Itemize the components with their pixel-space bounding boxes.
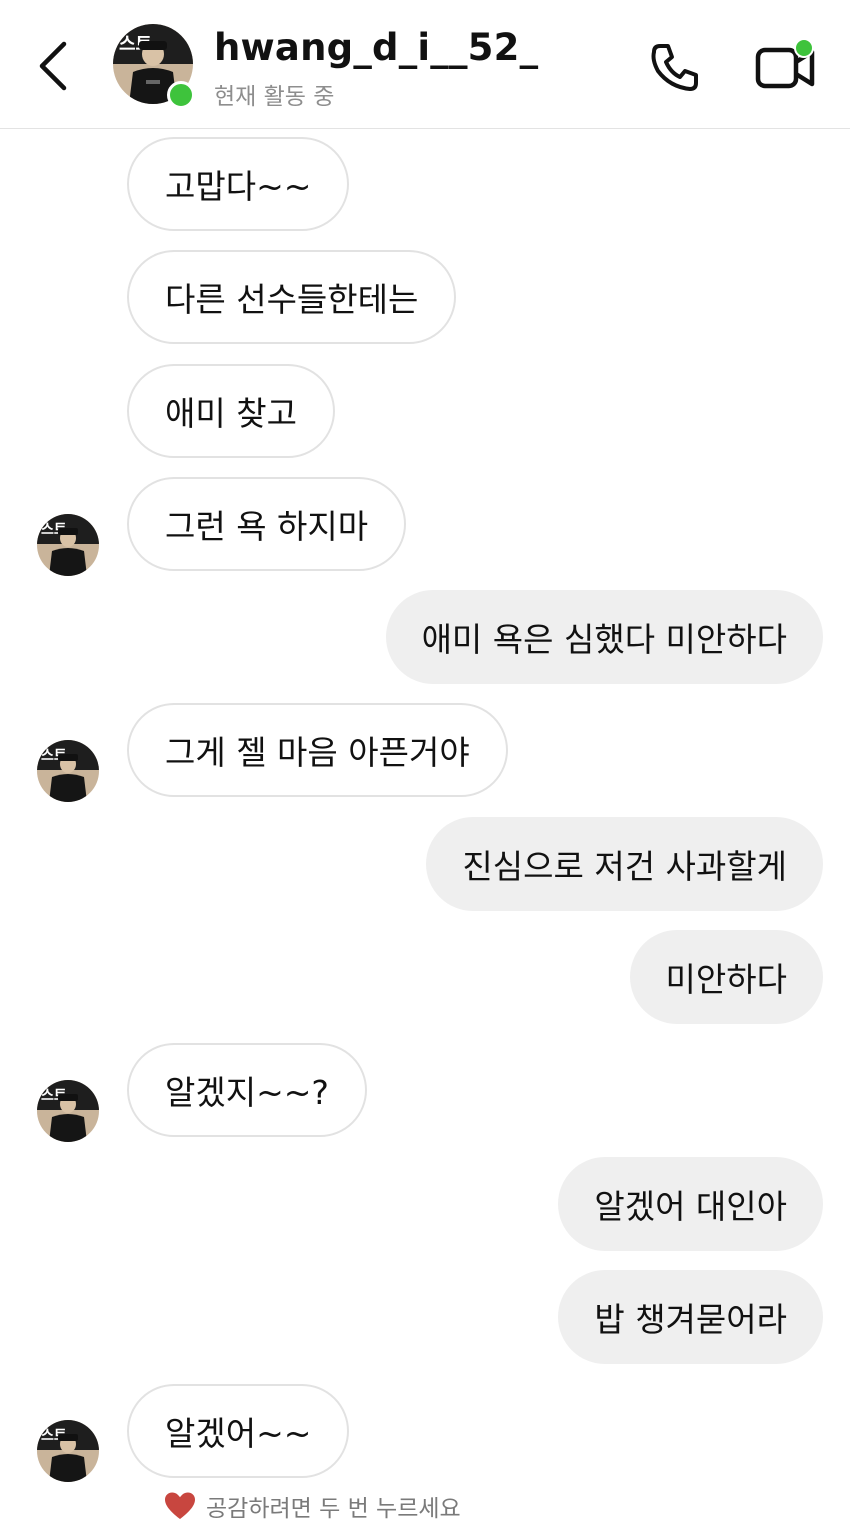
phone-icon[interactable] <box>646 38 704 96</box>
incoming-message[interactable]: 애미 찾고 <box>127 364 335 458</box>
outgoing-message[interactable]: 진심으로 저건 사과할게 <box>426 817 823 911</box>
incoming-message[interactable]: 고맙다~~ <box>127 137 350 231</box>
incoming-message[interactable]: 다른 선수들한테는 <box>127 250 457 344</box>
avatar[interactable]: 스트 <box>37 740 99 802</box>
online-status-dot <box>167 81 195 109</box>
incoming-message[interactable]: 알겠어~~ <box>127 1384 350 1478</box>
reaction-hint: 공감하려면 두 번 누르세요 <box>164 1489 461 1523</box>
incoming-message[interactable]: 그런 욕 하지마 <box>127 477 407 571</box>
chat-header: 스트 hwang_d_i__52_ 현재 활동 중 <box>0 0 850 129</box>
avatar[interactable]: 스트 <box>37 1080 99 1142</box>
video-call-icon[interactable] <box>754 36 820 94</box>
avatar[interactable]: 스트 <box>37 1420 99 1482</box>
activity-status: 현재 활동 중 <box>214 84 335 110</box>
incoming-message[interactable]: 그게 젤 마음 아픈거야 <box>127 703 508 797</box>
heart-icon[interactable] <box>164 1491 196 1521</box>
chat-username[interactable]: hwang_d_i__52_ <box>214 26 538 69</box>
incoming-message[interactable]: 알겠지~~? <box>127 1043 367 1137</box>
outgoing-message[interactable]: 미안하다 <box>629 930 823 1024</box>
back-chevron-icon[interactable] <box>34 38 74 94</box>
outgoing-message[interactable]: 알겠어 대인아 <box>558 1157 823 1251</box>
avatar[interactable]: 스트 <box>37 514 99 576</box>
reaction-hint-text: 공감하려면 두 번 누르세요 <box>206 1496 461 1522</box>
outgoing-message[interactable]: 애미 욕은 심했다 미안하다 <box>385 590 823 684</box>
outgoing-message[interactable]: 밥 챙겨묻어라 <box>558 1270 823 1364</box>
